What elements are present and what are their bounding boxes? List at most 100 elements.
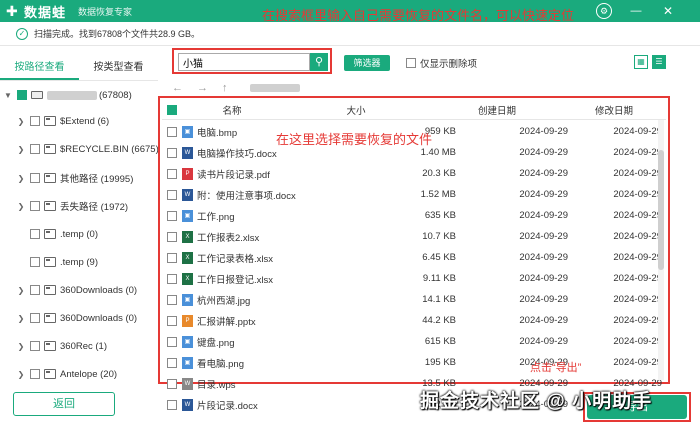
column-name[interactable]: 名称	[182, 103, 282, 117]
row-checkbox[interactable]	[167, 357, 177, 368]
row-checkbox[interactable]	[167, 399, 177, 410]
row-checkbox[interactable]	[167, 252, 177, 263]
tree-item-checkbox[interactable]	[30, 116, 40, 126]
tree-root-label: (67808)	[99, 89, 132, 101]
file-name: 工作报表2.xlsx	[197, 232, 260, 244]
back-button[interactable]: 返回	[13, 392, 115, 416]
chevron-right-icon[interactable]: ❯	[16, 286, 26, 295]
tree-item-label: .temp (9)	[60, 256, 99, 268]
list-view-icon[interactable]: ☰	[652, 55, 666, 69]
file-created: 2024-09-29	[519, 252, 568, 263]
column-modified[interactable]: 修改日期	[564, 103, 664, 117]
chevron-right-icon[interactable]: ❯	[16, 117, 26, 126]
check-circle-icon: ✓	[16, 27, 28, 40]
table-row[interactable]: W 附：使用注意事项.docx 1.52 MB 2024-09-29 2024-09-2…	[162, 184, 666, 205]
filter-button[interactable]: 筛选器	[344, 55, 390, 71]
chevron-right-icon[interactable]: ❯	[16, 314, 26, 323]
row-checkbox[interactable]	[167, 147, 177, 158]
drive-icon	[31, 91, 43, 99]
row-checkbox[interactable]	[167, 189, 177, 200]
chevron-right-icon[interactable]: ❯	[16, 145, 26, 154]
select-all-checkbox[interactable]	[167, 104, 177, 115]
tree-item-checkbox[interactable]	[30, 257, 40, 267]
tree-item[interactable]: .temp (0)	[16, 225, 98, 243]
forward-arrow-icon[interactable]: →	[197, 82, 208, 94]
grid-view-icon[interactable]: ▦	[634, 55, 648, 69]
tree-item-checkbox[interactable]	[30, 144, 40, 154]
row-checkbox[interactable]	[167, 210, 177, 221]
tree-item-checkbox[interactable]	[30, 201, 40, 211]
tree-item-checkbox[interactable]	[30, 173, 40, 183]
row-checkbox[interactable]	[167, 336, 177, 347]
table-row[interactable]: ▣ 看电脑.png 195 KB 2024-09-29 2024-09-29	[162, 352, 666, 373]
close-icon[interactable]: ✕	[660, 3, 676, 19]
up-arrow-icon[interactable]: ↑	[222, 82, 228, 94]
row-checkbox[interactable]	[167, 294, 177, 305]
tree-item-checkbox[interactable]	[30, 285, 40, 295]
table-row[interactable]: ▣ 键盘.png 615 KB 2024-09-29 2024-09-29	[162, 331, 666, 352]
row-checkbox[interactable]	[167, 126, 177, 137]
image-file-icon: ▣	[182, 209, 193, 222]
row-checkbox[interactable]	[167, 378, 177, 389]
file-modified: 2024-09-29	[613, 252, 662, 263]
file-modified: 2024-09-29	[613, 189, 662, 200]
table-row[interactable]: P 汇报讲解.pptx 44.2 KB 2024-09-29 2024-09-29	[162, 310, 666, 331]
tab-by-type[interactable]: 按类型查看	[79, 58, 158, 80]
row-checkbox[interactable]	[167, 231, 177, 242]
chevron-right-icon[interactable]: ❯	[16, 174, 26, 183]
table-row[interactable]: X 工作日报登记.xlsx 9.11 KB 2024-09-29 2024-09-29	[162, 268, 666, 289]
tree-item[interactable]: ❯ 360Rec (1)	[16, 337, 107, 355]
word-file-icon: W	[182, 188, 193, 201]
column-created[interactable]: 创建日期	[430, 103, 564, 117]
table-row[interactable]: ▣ 杭州西湖.jpg 14.1 KB 2024-09-29 2024-09-29	[162, 289, 666, 310]
file-created: 2024-09-29	[519, 126, 568, 137]
only-deleted-toggle[interactable]: 仅显示删除项	[402, 56, 477, 70]
table-row[interactable]: X 工作报表2.xlsx 10.7 KB 2024-09-29 2024-09-29	[162, 226, 666, 247]
file-size: 1.40 MB	[420, 147, 456, 158]
row-checkbox[interactable]	[167, 273, 177, 284]
tree-root[interactable]: ▼ (67808)	[3, 86, 132, 104]
tree-item-checkbox[interactable]	[30, 369, 40, 379]
tree-item[interactable]: ❯ $RECYCLE.BIN (6675)	[16, 140, 158, 158]
tree-item-label: 其他路径 (19995)	[60, 174, 134, 185]
search-input[interactable]	[178, 53, 310, 71]
tree-item[interactable]: ❯ 360Downloads (0)	[16, 309, 137, 327]
word-file-icon: W	[182, 146, 193, 159]
file-name: 键盘.png	[197, 337, 235, 349]
table-row[interactable]: ▣ 工作.png 635 KB 2024-09-29 2024-09-29	[162, 205, 666, 226]
export-annotation: 点击“导出”	[530, 362, 582, 374]
folder-icon	[44, 173, 56, 183]
tree-item[interactable]: ❯ 丢失路径 (1972)	[16, 197, 128, 215]
tree-item-checkbox[interactable]	[30, 313, 40, 323]
file-name: 杭州西湖.jpg	[197, 295, 251, 307]
chevron-right-icon[interactable]: ❯	[16, 370, 26, 379]
settings-icon[interactable]: ⚙	[596, 3, 612, 19]
tree-root-checkbox[interactable]	[17, 90, 27, 100]
table-row[interactable]: X 工作记录表格.xlsx 6.45 KB 2024-09-29 2024-09-29	[162, 247, 666, 268]
table-row[interactable]: P 读书片段记录.pdf 20.3 KB 2024-09-29 2024-09-29	[162, 163, 666, 184]
file-modified: 2024-09-29	[613, 231, 662, 242]
minimize-icon[interactable]: —	[628, 3, 644, 19]
column-size[interactable]: 大小	[282, 103, 430, 117]
chevron-down-icon[interactable]: ▼	[3, 91, 13, 100]
only-deleted-checkbox[interactable]	[406, 58, 416, 68]
chevron-right-icon[interactable]: ❯	[16, 202, 26, 211]
scroll-thumb[interactable]	[658, 150, 664, 270]
tree-item-label: $RECYCLE.BIN (6675)	[60, 143, 158, 155]
row-checkbox[interactable]	[167, 168, 177, 179]
tree-item[interactable]: ❯ 360Downloads (0)	[16, 281, 137, 299]
back-arrow-icon[interactable]: ←	[172, 82, 183, 94]
tab-by-path[interactable]: 按路径查看	[0, 58, 79, 80]
tree-item-checkbox[interactable]	[30, 341, 40, 351]
search-button[interactable]: ⚲	[310, 53, 328, 71]
tree-item[interactable]: .temp (9)	[16, 253, 98, 271]
row-checkbox[interactable]	[167, 315, 177, 326]
tree-item[interactable]: ❯ 其他路径 (19995)	[16, 169, 133, 187]
folder-icon	[44, 257, 56, 267]
scrollbar[interactable]	[658, 120, 664, 380]
tree-item[interactable]: ❯ $Extend (6)	[16, 112, 109, 130]
folder-icon	[44, 369, 56, 379]
tree-item[interactable]: ❯ Antelope (20)	[16, 365, 117, 382]
chevron-right-icon[interactable]: ❯	[16, 342, 26, 351]
tree-item-checkbox[interactable]	[30, 229, 40, 239]
